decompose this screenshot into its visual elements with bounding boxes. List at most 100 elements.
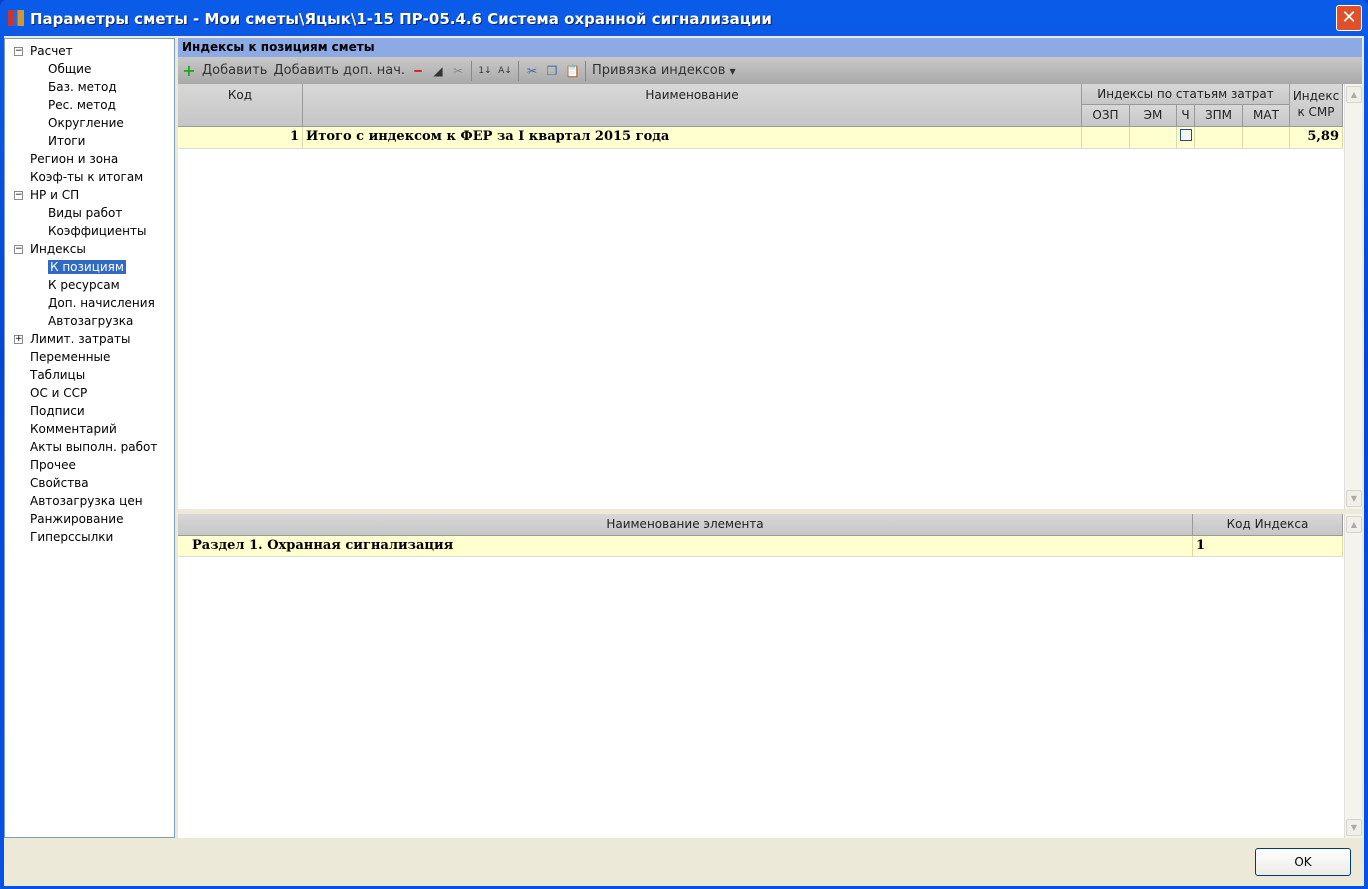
col-header-element-name[interactable]: Наименование элемента	[178, 514, 1193, 536]
col-header-name[interactable]: Наименование	[303, 84, 1082, 127]
tree-item-label: Виды работ	[48, 206, 123, 220]
cut-icon[interactable]: ✂	[451, 64, 465, 78]
settings-tree: Расчет − Общие Баз. метод Рес. метод Округлен…	[4, 38, 175, 838]
tree-item-label: Комментарий	[30, 422, 117, 436]
table-row[interactable]: Раздел 1. Охранная сигнализация 1	[178, 536, 1343, 557]
tree-item-label: Общие	[48, 62, 92, 76]
tree-item-label: НР и СП	[30, 188, 80, 202]
cell-index-code[interactable]: 1	[1193, 536, 1343, 557]
tree-item[interactable]: Комментарий	[30, 420, 117, 438]
tree-item-label: ОС и ССР	[30, 386, 88, 400]
tree-item[interactable]: Баз. метод	[48, 78, 117, 96]
scroll-up-icon[interactable]: ▲	[1346, 516, 1362, 533]
tree-item-label: К ресурсам	[48, 278, 120, 292]
col-header-smr[interactable]: Индекс к СМР	[1290, 84, 1343, 127]
tree-item[interactable]: Итоги	[48, 132, 85, 150]
separator	[585, 60, 587, 81]
scroll-up-icon[interactable]: ▲	[1346, 86, 1362, 103]
tree-item-label: Подписи	[30, 404, 85, 418]
tree-item-label: Переменные	[30, 350, 111, 364]
scroll-down-icon[interactable]: ▼	[1346, 819, 1362, 836]
tree-item[interactable]: НР и СП	[30, 186, 79, 204]
cell-smr[interactable]: 5,89	[1290, 127, 1343, 148]
add-icon: +	[182, 60, 196, 80]
separator	[518, 60, 520, 81]
ch-checkbox[interactable]	[1180, 129, 1192, 141]
tree-item[interactable]: Таблицы	[30, 366, 85, 384]
sort-alpha-icon[interactable]: A↓	[498, 64, 512, 78]
copy-icon[interactable]: ❐	[545, 64, 559, 78]
tree-item[interactable]: К позициям	[48, 258, 126, 276]
paste-icon[interactable]: 📋	[565, 64, 580, 78]
expand-icon[interactable]: +	[14, 335, 23, 344]
sort-numeric-icon[interactable]: 1↓	[478, 64, 492, 78]
table-row[interactable]: 1 Итого с индексом к ФЕР за I квартал 20…	[178, 127, 1343, 149]
close-button[interactable]: ✕	[1336, 5, 1362, 31]
cell-ozp[interactable]	[1082, 127, 1130, 148]
tree-item[interactable]: ОС и ССР	[30, 384, 87, 402]
tree-item[interactable]: Прочее	[30, 456, 76, 474]
tree-item[interactable]: Свойства	[30, 474, 89, 492]
tree-item-label: К позициям	[48, 260, 126, 274]
tree-item[interactable]: Гиперссылки	[30, 528, 113, 546]
add-button[interactable]: Добавить	[202, 63, 267, 78]
eraser-icon[interactable]: ◢	[431, 64, 445, 78]
scroll-down-icon[interactable]: ▼	[1346, 490, 1362, 507]
tree-item-label: Автозагрузка	[48, 314, 134, 328]
tree-item-label: Автозагрузка цен	[30, 494, 143, 508]
tree-item-label: Ранжирование	[30, 512, 124, 526]
tree-item[interactable]: Ранжирование	[30, 510, 123, 528]
tree-item-label: Итоги	[48, 134, 86, 148]
tree-item-label: Округление	[48, 116, 124, 130]
cut-icon[interactable]: ✂	[525, 64, 539, 78]
tree-item[interactable]: К ресурсам	[48, 276, 120, 294]
col-header-code[interactable]: Код	[178, 84, 303, 127]
cell-mat[interactable]	[1243, 127, 1290, 148]
tree-item-label: Рес. метод	[48, 98, 116, 112]
ok-button[interactable]: OK	[1255, 848, 1351, 876]
collapse-icon[interactable]: −	[14, 191, 23, 200]
tree-item[interactable]: Автозагрузка цен	[30, 492, 143, 510]
tree-item[interactable]: Переменные	[30, 348, 110, 366]
delete-icon[interactable]: ━	[411, 64, 425, 78]
tree-item[interactable]: Виды работ	[48, 204, 122, 222]
tree-item[interactable]: Расчет	[30, 42, 73, 60]
scrollbar[interactable]: ▲ ▼	[1344, 514, 1362, 838]
tree-item[interactable]: Округление	[48, 114, 124, 132]
tree-item-label: Таблицы	[30, 368, 86, 382]
tree-item[interactable]: Лимит. затраты	[30, 330, 130, 348]
tree-item[interactable]: Регион и зона	[30, 150, 118, 168]
col-header-ozp[interactable]: ОЗП	[1082, 105, 1130, 127]
tree-item-label: Баз. метод	[48, 80, 117, 94]
separator	[471, 60, 473, 81]
tree-item-label: Свойства	[30, 476, 89, 490]
cell-ch[interactable]	[1177, 127, 1195, 148]
window-title: Параметры сметы - Мои сметы\Яцык\1-15 ПР…	[30, 10, 772, 28]
collapse-icon[interactable]: −	[14, 245, 23, 254]
cell-em[interactable]	[1130, 127, 1177, 148]
tree-item[interactable]: Рес. метод	[48, 96, 116, 114]
content-panel: Индексы к позициям сметы + Добавить Доба…	[178, 38, 1362, 838]
col-header-zpm[interactable]: ЗПМ	[1195, 105, 1243, 127]
tree-item-label: Лимит. затраты	[30, 332, 131, 346]
tree-item[interactable]: Доп. начисления	[48, 294, 155, 312]
bind-indexes-dropdown[interactable]: Привязка индексов ▼	[592, 63, 736, 78]
col-header-index-code[interactable]: Код Индекса	[1193, 514, 1343, 536]
tree-item[interactable]: Коэф-ты к итогам	[30, 168, 143, 186]
tree-item[interactable]: Коэффициенты	[48, 222, 146, 240]
toolbar: + Добавить Добавить доп. нач. ━ ◢ ✂ 1↓ A…	[178, 57, 1362, 84]
tree-item-label: Расчет	[30, 44, 73, 58]
tree-item[interactable]: Общие	[48, 60, 91, 78]
add-extra-button[interactable]: Добавить доп. нач.	[273, 63, 405, 78]
scrollbar[interactable]: ▲ ▼	[1344, 84, 1362, 509]
col-header-em[interactable]: ЭМ	[1130, 105, 1177, 127]
tree-item[interactable]: Индексы	[30, 240, 86, 258]
tree-item[interactable]: Акты выполн. работ	[30, 438, 157, 456]
cell-zpm[interactable]	[1195, 127, 1243, 148]
tree-item[interactable]: Автозагрузка	[48, 312, 133, 330]
tree-item-label: Гиперссылки	[30, 530, 114, 544]
col-header-mat[interactable]: МАТ	[1243, 105, 1290, 127]
collapse-icon[interactable]: −	[14, 47, 23, 56]
col-header-ch[interactable]: Ч	[1177, 105, 1195, 127]
tree-item[interactable]: Подписи	[30, 402, 85, 420]
